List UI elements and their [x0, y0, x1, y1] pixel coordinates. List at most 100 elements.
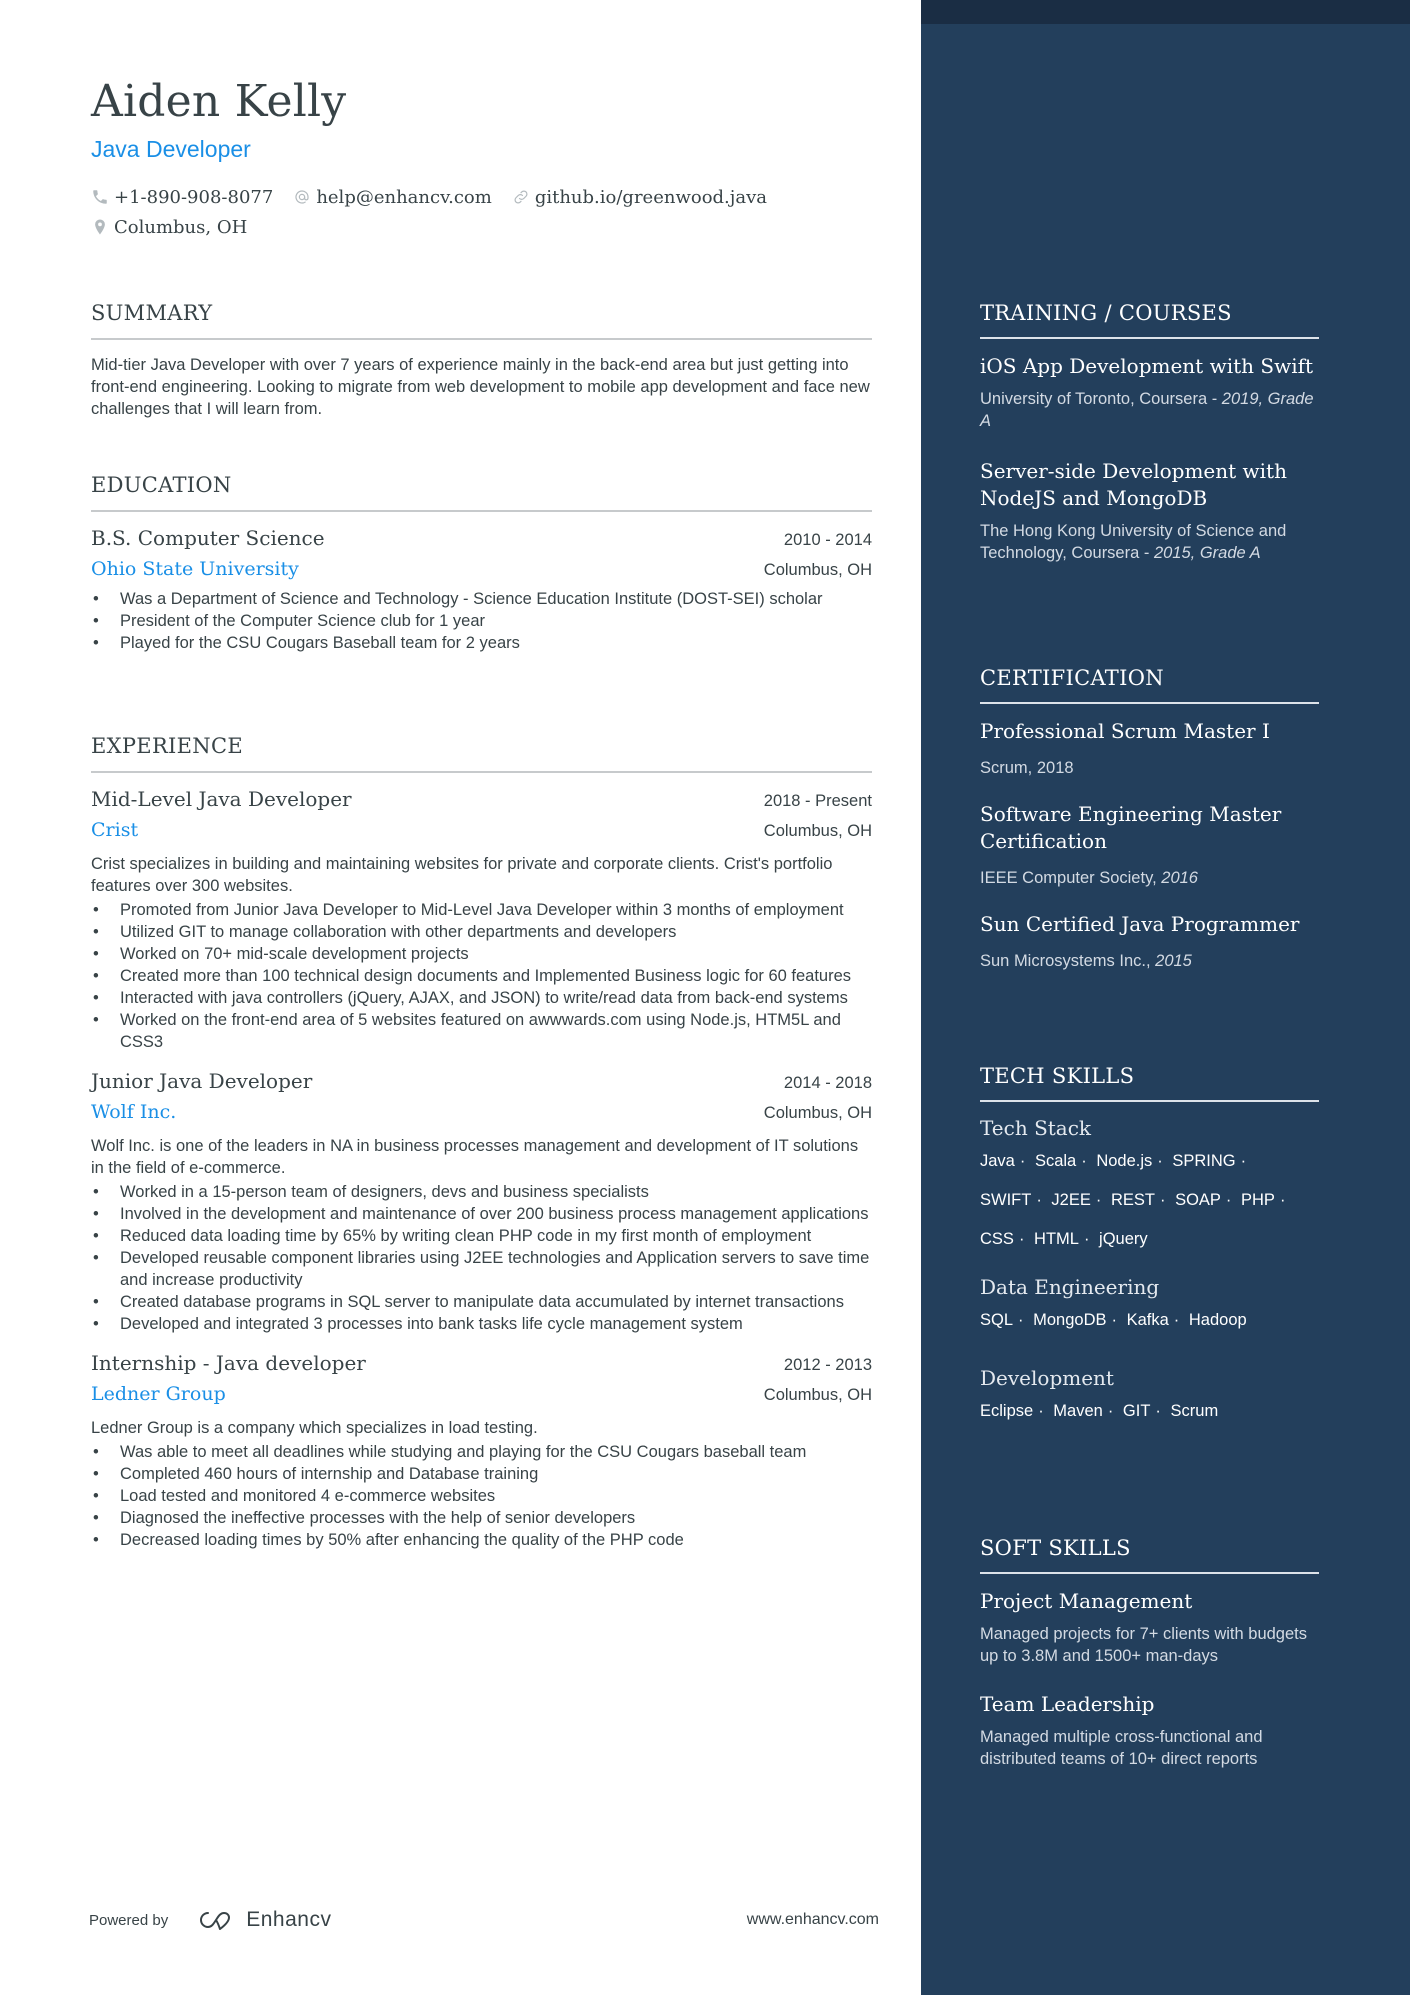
bullet: Was a Department of Science and Technolo… — [91, 588, 872, 610]
bullet: Load tested and monitored 4 e-commerce w… — [91, 1485, 872, 1507]
brand-name: Enhancv — [246, 1908, 332, 1931]
skill-tag: Eclipse — [980, 1402, 1034, 1420]
skill-tag: HTML — [1034, 1230, 1079, 1248]
certification-title: Sun Certified Java Programmer — [980, 912, 1300, 936]
bullet: Promoted from Junior Java Developer to M… — [91, 899, 872, 921]
skill-tag: PHP — [1241, 1191, 1275, 1209]
location-text: Columbus, OH — [114, 216, 248, 238]
course-detail: 2015, Grade A — [1153, 544, 1261, 562]
phone-text: +1-890-908-8077 — [114, 186, 274, 208]
skill-tag: Kafka — [1126, 1311, 1169, 1329]
job-location: Columbus, OH — [763, 822, 872, 840]
skill-tag: SQL — [980, 1311, 1014, 1329]
bullet: Played for the CSU Cougars Baseball team… — [91, 632, 872, 654]
company-name: Wolf Inc. — [91, 1101, 177, 1123]
soft-skill-item: Team Leadership Managed multiple cross-f… — [980, 1691, 1319, 1770]
enhancv-logo-icon — [200, 1912, 231, 1930]
contact-link[interactable]: github.io/greenwood.java — [512, 187, 767, 208]
course-title: iOS App Development with Swift — [980, 354, 1314, 378]
training-section: TRAINING / COURSES iOS App Development w… — [980, 301, 1319, 564]
soft-skill-description: Managed projects for 7+ clients with bud… — [980, 1625, 1307, 1665]
skill-separator: · — [1019, 1152, 1026, 1170]
job-dates: 2012 - 2013 — [783, 1356, 872, 1374]
contact-info: +1-890-908-8077 help@enhancv.com github.… — [91, 182, 811, 242]
job-bullets: Was able to meet all deadlines while stu… — [91, 1441, 872, 1551]
certification-item: Software Engineering Master Certificatio… — [980, 801, 1319, 889]
education-location: Columbus, OH — [763, 561, 872, 579]
sidebar-top-strip — [921, 0, 1410, 24]
job-bullets: Worked in a 15-person team of designers,… — [91, 1181, 872, 1335]
soft-skills-section: SOFT SKILLS Project Management Managed p… — [980, 1536, 1319, 1770]
soft-skills-heading: SOFT SKILLS — [980, 1536, 1319, 1574]
certification-section: CERTIFICATION Professional Scrum Master … — [980, 666, 1319, 972]
degree: B.S. Computer Science — [91, 526, 325, 550]
enhancv-logo[interactable]: Enhancv — [194, 1907, 331, 1933]
at-icon — [293, 188, 311, 206]
bullet: Created more than 100 technical design d… — [91, 965, 872, 987]
certification-title: Professional Scrum Master I — [980, 719, 1270, 743]
skill-separator: · — [1038, 1402, 1044, 1420]
location-pin-icon — [91, 218, 109, 236]
education-section: EDUCATION B.S. Computer Science 2010 - 2… — [91, 473, 872, 654]
bullet: Utilized GIT to manage collaboration wit… — [91, 921, 872, 943]
bullet: Diagnosed the ineffective processes with… — [91, 1507, 872, 1529]
contact-location: Columbus, OH — [91, 217, 247, 238]
contact-phone[interactable]: +1-890-908-8077 — [91, 187, 273, 208]
soft-skill-description: Managed multiple cross-functional and di… — [980, 1728, 1263, 1768]
skill-separator: · — [1225, 1191, 1232, 1209]
tech-skills-heading: TECH SKILLS — [980, 1064, 1319, 1102]
bullet: Reduced data loading time by 65% by writ… — [91, 1225, 872, 1247]
bullet: Developed reusable component libraries u… — [91, 1247, 872, 1291]
skill-group-name: Data Engineering — [980, 1275, 1160, 1299]
experience-section: EXPERIENCE Mid-Level Java Developer 2018… — [91, 734, 872, 1551]
job-role: Mid-Level Java Developer — [91, 787, 352, 811]
skill-tag: Scala — [1034, 1152, 1077, 1170]
powered-by-label: Powered by — [89, 1911, 169, 1929]
email-text: help@enhancv.com — [316, 186, 492, 208]
certification-issuer: Scrum, 2018 — [980, 757, 1319, 779]
skill-separator: · — [1018, 1230, 1025, 1248]
skill-separator: · — [1111, 1311, 1118, 1329]
company-description: Crist specializes in building and mainta… — [91, 855, 833, 895]
skill-tag: Maven — [1053, 1402, 1103, 1420]
company-name: Ledner Group — [91, 1383, 226, 1405]
school-name: Ohio State University — [91, 558, 299, 580]
skill-list: Java · Scala · Node.js · SPRING · SWIFT · J2E… — [980, 1142, 1319, 1259]
skill-tag: CSS — [980, 1230, 1014, 1248]
issuer-text: Sun Microsystems Inc., — [980, 952, 1156, 970]
summary-text: Mid-tier Java Developer with over 7 year… — [91, 356, 870, 418]
skill-tag: SOAP — [1175, 1191, 1221, 1209]
bullet: Interacted with java controllers (jQuery… — [91, 987, 872, 1009]
certification-year: 2016 — [1161, 869, 1198, 887]
contact-email[interactable]: help@enhancv.com — [293, 187, 492, 208]
job-dates: 2018 - Present — [763, 792, 872, 810]
company-description: Wolf Inc. is one of the leaders in NA in… — [91, 1137, 859, 1177]
job-bullets: Promoted from Junior Java Developer to M… — [91, 899, 872, 1053]
job-location: Columbus, OH — [763, 1386, 872, 1404]
bullet: Worked on the front-end area of 5 websit… — [91, 1009, 872, 1053]
website-link[interactable]: www.enhancv.com — [747, 1911, 879, 1929]
skill-separator: · — [1155, 1402, 1161, 1420]
skill-tag: MongoDB — [1033, 1311, 1107, 1329]
skill-separator: · — [1173, 1311, 1180, 1329]
skill-tag: Java — [980, 1152, 1015, 1170]
skill-separator: · — [1159, 1191, 1166, 1209]
certification-title: Software Engineering Master Certificatio… — [980, 802, 1282, 853]
experience-entry: Mid-Level Java Developer 2018 - Present … — [91, 787, 872, 1053]
bullet: Worked on 70+ mid-scale development proj… — [91, 943, 872, 965]
bullet: President of the Computer Science club f… — [91, 610, 872, 632]
soft-skill-item: Project Management Managed projects for … — [980, 1588, 1319, 1667]
issuer-text: IEEE Computer Society, — [980, 869, 1162, 887]
experience-entry: Junior Java Developer 2014 - 2018 Wolf I… — [91, 1069, 872, 1335]
education-dates: 2010 - 2014 — [783, 531, 872, 549]
skill-list: Eclipse · Maven · GIT · Scrum — [980, 1392, 1319, 1431]
skill-tag: Hadoop — [1188, 1311, 1247, 1329]
job-location: Columbus, OH — [763, 1104, 872, 1122]
bullet: Worked in a 15-person team of designers,… — [91, 1181, 872, 1203]
training-heading: TRAINING / COURSES — [980, 301, 1319, 339]
education-entry: B.S. Computer Science 2010 - 2014 Ohio S… — [91, 526, 872, 654]
experience-entry: Internship - Java developer 2012 - 2013 … — [91, 1351, 872, 1551]
skill-tag: REST — [1110, 1191, 1155, 1209]
certification-item: Sun Certified Java Programmer Sun Micros… — [980, 911, 1319, 972]
course-item: Server-side Development with NodeJS and … — [980, 458, 1319, 564]
